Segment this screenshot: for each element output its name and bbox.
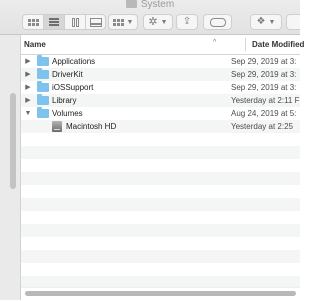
share-icon: ⇪ — [182, 16, 192, 27]
chevron-down-icon: ▼ — [160, 18, 168, 26]
hard-disk-icon — [52, 121, 62, 132]
list-view-button[interactable] — [43, 14, 64, 30]
item-name: iOSSupport — [52, 83, 94, 92]
group-button[interactable]: ▼ — [108, 14, 138, 30]
sort-ascending-icon: ^ — [213, 39, 217, 46]
empty-row — [21, 263, 300, 276]
empty-row — [21, 185, 300, 198]
empty-row — [21, 133, 300, 146]
disclosure-triangle-icon[interactable]: ▶ — [24, 55, 32, 68]
search-button[interactable] — [286, 14, 300, 30]
item-date-modified: Sep 29, 2019 at 3: — [231, 83, 297, 92]
action-button[interactable]: ✲ ▼ — [143, 14, 173, 30]
icon-view-button[interactable] — [22, 14, 43, 30]
disclosure-triangle-icon[interactable]: ▼ — [24, 107, 32, 120]
view-mode-control — [22, 14, 106, 30]
empty-row — [21, 237, 300, 250]
item-name: Macintosh HD — [66, 122, 117, 131]
sidebar — [0, 35, 21, 300]
gallery-icon — [89, 17, 102, 27]
item-name: Applications — [52, 57, 96, 66]
column-view-button[interactable] — [64, 14, 85, 30]
chevron-down-icon: ▼ — [268, 18, 276, 26]
list-header: Name ^ Date Modified — [21, 35, 304, 55]
empty-row — [21, 198, 300, 211]
list-item[interactable]: ▶ DriverKit Sep 29, 2019 at 3: — [21, 68, 300, 81]
disclosure-triangle-icon[interactable]: ▶ — [24, 68, 32, 81]
item-date-modified: Yesterday at 2:25 — [231, 122, 293, 131]
tag-icon — [209, 17, 226, 27]
folder-icon — [37, 55, 49, 66]
list-item[interactable]: ▼ Volumes Aug 24, 2019 at 5: — [21, 107, 300, 120]
horizontal-scrollbar[interactable] — [25, 291, 296, 296]
chevron-down-icon: ▼ — [126, 18, 134, 26]
empty-row — [21, 224, 300, 237]
item-date-modified: Yesterday at 2:11 F — [231, 96, 300, 105]
tags-button[interactable] — [203, 14, 232, 30]
list-item[interactable]: Macintosh HD Yesterday at 2:25 — [21, 120, 300, 133]
toolbar: System ▼ ✲ ▼ ⇪ ❖ ▼ — [0, 0, 300, 35]
share-button[interactable]: ⇪ — [176, 14, 198, 30]
sidebar-scrollbar[interactable] — [10, 93, 16, 189]
folder-icon — [37, 81, 49, 92]
item-date-modified: Sep 29, 2019 at 3: — [231, 57, 297, 66]
folder-icon — [37, 94, 49, 105]
list-item[interactable]: ▶ Applications Sep 29, 2019 at 3: — [21, 55, 300, 68]
item-name: Volumes — [52, 109, 83, 118]
empty-row — [21, 211, 300, 224]
empty-row — [21, 146, 300, 159]
disclosure-triangle-icon[interactable]: ▶ — [24, 94, 32, 107]
empty-row — [21, 159, 300, 172]
file-list: ▶ Applications Sep 29, 2019 at 3: ▶ Driv… — [21, 55, 300, 287]
list-icon — [49, 17, 59, 28]
grid-icon — [27, 18, 39, 26]
group-grid-icon — [112, 18, 124, 26]
dropbox-button[interactable]: ❖ ▼ — [250, 14, 282, 30]
window-title-bar: System — [0, 0, 300, 12]
date-modified-column-header[interactable]: Date Modified — [252, 40, 304, 49]
item-name: DriverKit — [52, 70, 83, 79]
empty-row — [21, 250, 300, 263]
gear-icon: ✲ — [148, 15, 158, 28]
title-folder-icon — [125, 0, 137, 8]
empty-row — [21, 172, 300, 185]
empty-row — [21, 276, 300, 287]
list-item[interactable]: ▶ iOSSupport Sep 29, 2019 at 3: — [21, 81, 300, 94]
item-date-modified: Aug 24, 2019 at 5: — [231, 109, 297, 118]
item-date-modified: Sep 29, 2019 at 3: — [231, 70, 297, 79]
disclosure-triangle-icon[interactable]: ▶ — [24, 81, 32, 94]
name-column-header[interactable]: Name — [24, 40, 46, 49]
gallery-view-button[interactable] — [85, 14, 106, 30]
list-item[interactable]: ▶ Library Yesterday at 2:11 F — [21, 94, 300, 107]
column-divider[interactable] — [245, 38, 246, 51]
folder-icon — [37, 107, 49, 118]
window-title: System — [140, 0, 175, 10]
dropbox-icon: ❖ — [256, 16, 266, 27]
columns-icon — [71, 17, 79, 27]
item-name: Library — [52, 96, 77, 105]
folder-icon — [37, 68, 49, 79]
